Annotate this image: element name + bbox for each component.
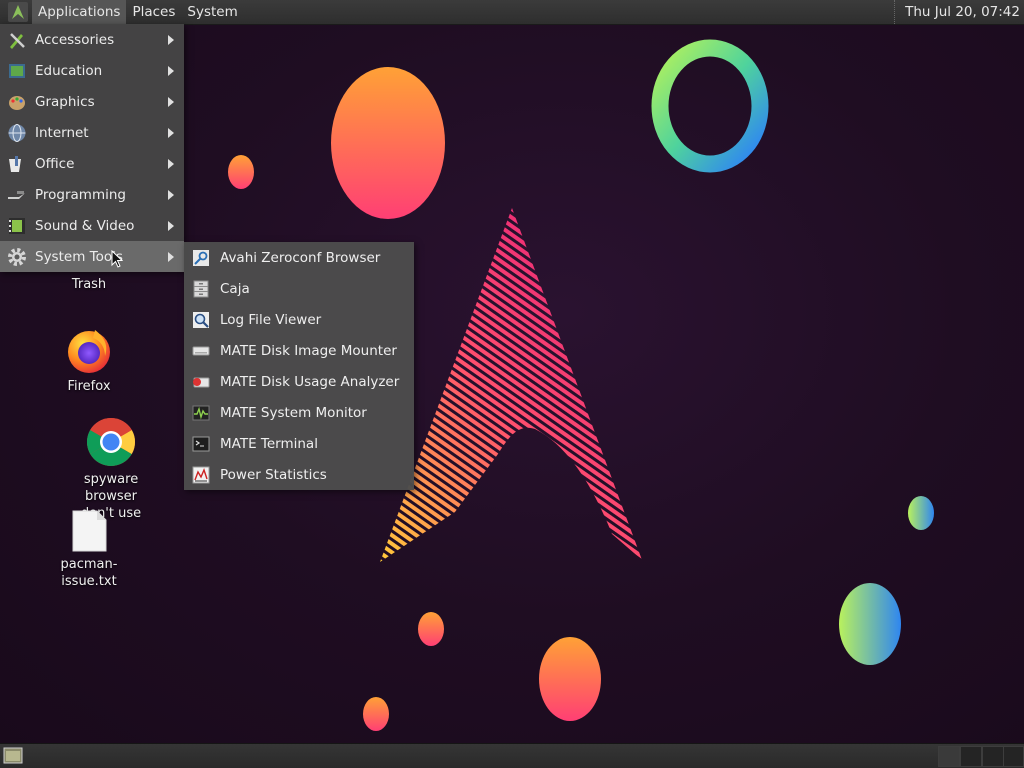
applications-menu: Accessories Education Graphics Internet … — [0, 24, 184, 272]
places-menu-button[interactable]: Places — [126, 0, 181, 24]
workspace-4[interactable] — [1003, 746, 1024, 767]
chrome-desktop-icon[interactable]: spyware browser don't use — [56, 417, 166, 522]
submenu-arrow-icon — [168, 66, 174, 76]
submenu-item-label: Log File Viewer — [220, 311, 322, 328]
menu-item-system-tools[interactable]: System Tools — [0, 241, 184, 272]
workspace-2[interactable] — [960, 746, 982, 767]
workspace-3[interactable] — [982, 746, 1004, 767]
trash-label: Trash — [71, 277, 107, 292]
system-menu-button[interactable]: System — [181, 0, 243, 24]
orange-ellipse-medium — [539, 637, 601, 721]
text-file-label: pacman-issue.txt — [60, 557, 118, 589]
blue-ellipse — [839, 583, 901, 665]
show-desktop-icon[interactable] — [3, 747, 23, 764]
submenu-arrow-icon — [168, 97, 174, 107]
chrome-label-line1: spyware browser — [83, 472, 139, 504]
programming-icon — [8, 190, 25, 199]
panel-menu-bar: Applications Places System — [0, 0, 244, 24]
menu-item-label: Education — [35, 62, 103, 79]
avahi-icon — [193, 249, 209, 266]
file-cabinet-icon — [193, 280, 209, 297]
submenu-arrow-icon — [168, 128, 174, 138]
submenu-item-caja[interactable]: Caja — [184, 273, 414, 304]
top-panel: Applications Places System Thu Jul 20, 0… — [0, 0, 1024, 25]
submenu-item-label: Avahi Zeroconf Browser — [220, 249, 381, 266]
submenu-item-label: Caja — [220, 280, 250, 297]
mouse-pointer-icon — [111, 250, 123, 268]
orange-ellipse-large — [331, 67, 445, 219]
submenu-arrow-icon — [168, 159, 174, 169]
accessories-icon — [10, 32, 25, 49]
disk-usage-icon — [193, 377, 210, 387]
education-icon — [9, 63, 25, 78]
terminal-icon — [192, 436, 210, 451]
gear-icon — [8, 247, 26, 266]
trash-desktop-icon[interactable]: Trash — [58, 276, 120, 293]
internet-globe-icon — [8, 123, 26, 142]
text-file-icon — [72, 510, 107, 552]
workspace-1[interactable] — [938, 746, 960, 767]
menu-item-accessories[interactable]: Accessories — [0, 24, 184, 55]
submenu-item-label: MATE Terminal — [220, 435, 318, 452]
firefox-desktop-icon[interactable]: Firefox — [54, 326, 124, 395]
submenu-item-terminal[interactable]: MATE Terminal — [184, 428, 414, 459]
orange-dot-bottom — [363, 697, 389, 731]
firefox-label: Firefox — [67, 379, 111, 394]
gradient-ring — [651, 39, 769, 173]
orange-dot — [228, 155, 254, 189]
clock[interactable]: Thu Jul 20, 07:42 — [894, 0, 1020, 24]
system-monitor-icon — [192, 405, 210, 420]
menu-item-label: Programming — [35, 186, 126, 203]
log-viewer-icon — [193, 311, 209, 328]
submenu-item-disk-usage-analyzer[interactable]: MATE Disk Usage Analyzer — [184, 366, 414, 397]
menu-item-internet[interactable]: Internet — [0, 117, 184, 148]
chrome-icon — [86, 417, 136, 467]
submenu-item-label: MATE Disk Image Mounter — [220, 342, 397, 359]
submenu-item-label: Power Statistics — [220, 466, 327, 483]
menu-item-graphics[interactable]: Graphics — [0, 86, 184, 117]
submenu-arrow-icon — [168, 221, 174, 231]
submenu-item-label: MATE Disk Usage Analyzer — [220, 373, 400, 390]
submenu-item-system-monitor[interactable]: MATE System Monitor — [184, 397, 414, 428]
orange-dot-small — [418, 612, 444, 646]
sound-video-icon — [9, 217, 25, 234]
submenu-item-disk-image-mounter[interactable]: MATE Disk Image Mounter — [184, 335, 414, 366]
text-file-desktop-icon[interactable]: pacman-issue.txt — [34, 510, 144, 590]
power-statistics-icon — [192, 466, 210, 483]
applications-menu-button[interactable]: Applications — [32, 0, 127, 24]
arch-menu-icon[interactable] — [8, 2, 28, 22]
system-tools-submenu: Avahi Zeroconf Browser Caja Log File Vie… — [184, 242, 414, 490]
graphics-icon — [9, 95, 25, 110]
menu-item-label: Internet — [35, 124, 89, 141]
menu-item-label: Sound & Video — [35, 217, 135, 234]
submenu-item-power-statistics[interactable]: Power Statistics — [184, 459, 414, 490]
menu-item-label: Accessories — [35, 31, 115, 48]
submenu-arrow-icon — [168, 190, 174, 200]
menu-item-office[interactable]: Office — [0, 148, 184, 179]
firefox-icon — [68, 330, 110, 373]
disk-image-icon — [192, 346, 210, 355]
submenu-item-label: MATE System Monitor — [220, 404, 367, 421]
bottom-panel — [0, 743, 1024, 768]
submenu-arrow-icon — [168, 252, 174, 262]
menu-item-label: System Tools — [35, 248, 123, 265]
menu-item-sound-video[interactable]: Sound & Video — [0, 210, 184, 241]
menu-item-education[interactable]: Education — [0, 55, 184, 86]
menu-item-programming[interactable]: Programming — [0, 179, 184, 210]
submenu-item-log-viewer[interactable]: Log File Viewer — [184, 304, 414, 335]
arch-logo — [380, 208, 642, 562]
submenu-item-avahi[interactable]: Avahi Zeroconf Browser — [184, 242, 414, 273]
office-icon — [9, 155, 21, 172]
menu-item-label: Graphics — [35, 93, 95, 110]
submenu-arrow-icon — [168, 35, 174, 45]
blue-dot — [908, 496, 934, 530]
menu-item-label: Office — [35, 155, 75, 172]
